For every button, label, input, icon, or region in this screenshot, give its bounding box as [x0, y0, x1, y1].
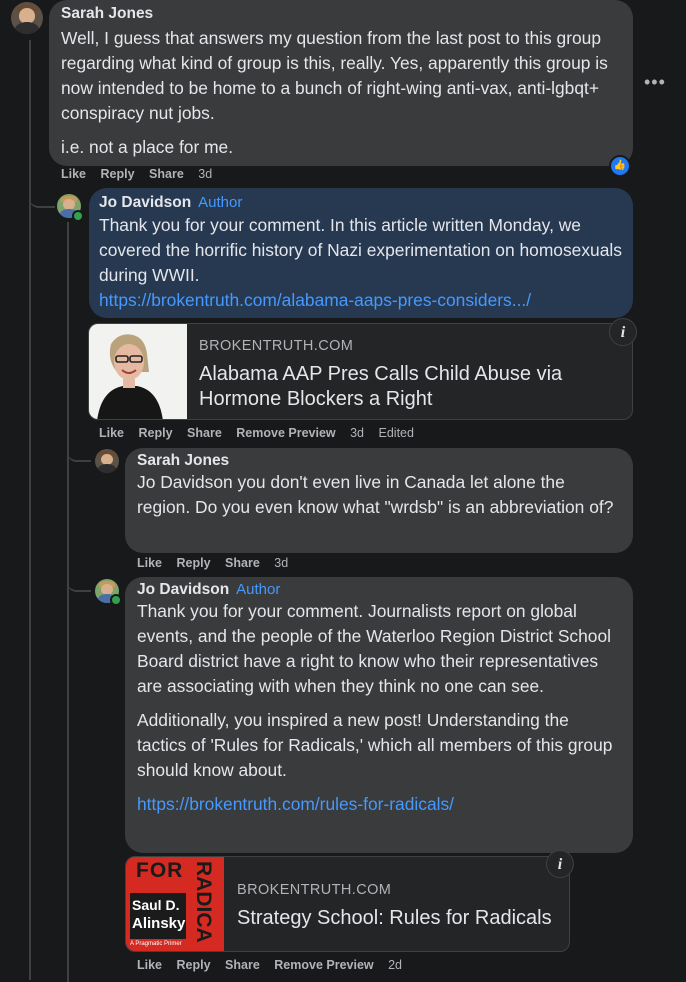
like-button[interactable]: Like: [137, 958, 162, 972]
book-cover-top: FOR: [136, 859, 184, 882]
thread-connector: [29, 186, 55, 208]
comment-text: Additionally, you inspired a new post! U…: [137, 710, 613, 780]
book-cover-author: Saul D.: [132, 897, 180, 913]
comment-author[interactable]: Sarah Jones: [137, 452, 229, 470]
online-status-dot: [72, 210, 84, 222]
edited-label: Edited: [378, 426, 414, 440]
book-cover-thumbnail: FOR RADICA Saul D. Alinsky A Pragmatic P…: [126, 857, 224, 951]
share-button[interactable]: Share: [187, 426, 222, 440]
share-button[interactable]: Share: [149, 167, 184, 181]
thumbs-up-icon[interactable]: 👍: [609, 155, 631, 177]
author-badge: Author: [236, 581, 281, 598]
article-link[interactable]: https://brokentruth.com/alabama-aaps-pre…: [99, 288, 623, 313]
info-icon[interactable]: i: [609, 318, 637, 346]
comment-text: Well, I guess that answers my question f…: [61, 28, 608, 123]
link-preview-card[interactable]: BROKENTRUTH.COM Alabama AAP Pres Calls C…: [88, 323, 633, 420]
comment-author[interactable]: Jo Davidson: [99, 194, 191, 212]
remove-preview-button[interactable]: Remove Preview: [236, 426, 335, 440]
avatar[interactable]: [95, 449, 119, 473]
comment-text: Thank you for your comment. Journalists …: [137, 601, 612, 696]
comment-bubble: Jo Davidson Author Thank you for your com…: [89, 188, 633, 318]
author-badge: Author: [198, 194, 243, 211]
preview-title[interactable]: Alabama AAP Pres Calls Child Abuse via H…: [199, 362, 619, 412]
timestamp[interactable]: 3d: [274, 556, 288, 570]
article-link[interactable]: https://brokentruth.com/rules-for-radica…: [137, 792, 621, 817]
comment-bubble: Jo Davidson Author Thank you for your com…: [125, 577, 633, 853]
comment-actions: Like Reply Share Remove Preview 3d Edite…: [99, 426, 425, 440]
like-button[interactable]: Like: [99, 426, 124, 440]
book-cover-subtitle: A Pragmatic Primer: [130, 941, 182, 947]
comment-text: Jo Davidson you don't even live in Canad…: [137, 472, 614, 517]
timestamp[interactable]: 2d: [388, 958, 402, 972]
timestamp[interactable]: 3d: [198, 167, 212, 181]
reply-button[interactable]: Reply: [101, 167, 135, 181]
reply-button[interactable]: Reply: [177, 556, 211, 570]
thread-line-reply: [67, 222, 69, 982]
info-icon[interactable]: i: [546, 850, 574, 878]
comment-actions: Like Reply Share 3d: [137, 556, 299, 570]
preview-site: BROKENTRUTH.COM: [199, 338, 354, 354]
comment-author[interactable]: Sarah Jones: [61, 5, 153, 23]
share-button[interactable]: Share: [225, 958, 260, 972]
article-thumbnail: [89, 324, 187, 419]
book-cover-author: Alinsky: [132, 915, 186, 932]
thread-line-main: [29, 40, 31, 980]
online-status-dot: [110, 594, 122, 606]
like-button[interactable]: Like: [61, 167, 86, 181]
share-button[interactable]: Share: [225, 556, 260, 570]
more-options-icon[interactable]: •••: [644, 72, 666, 93]
reply-button[interactable]: Reply: [177, 958, 211, 972]
preview-site: BROKENTRUTH.COM: [237, 882, 392, 898]
thread-connector: [67, 570, 91, 592]
remove-preview-button[interactable]: Remove Preview: [274, 958, 373, 972]
comment-bubble: Sarah Jones Well, I guess that answers m…: [49, 0, 633, 166]
comment-text: i.e. not a place for me.: [61, 137, 234, 157]
link-preview-card[interactable]: FOR RADICA Saul D. Alinsky A Pragmatic P…: [125, 856, 570, 952]
comment-actions: Like Reply Share 3d: [61, 167, 223, 181]
comment-text: Thank you for your comment. In this arti…: [99, 215, 622, 285]
comment-actions: Like Reply Share Remove Preview 2d: [137, 958, 413, 972]
like-button[interactable]: Like: [137, 556, 162, 570]
book-cover-side: RADICA: [192, 861, 215, 943]
preview-title[interactable]: Strategy School: Rules for Radicals: [237, 906, 557, 931]
comment-author[interactable]: Jo Davidson: [137, 581, 229, 599]
reply-button[interactable]: Reply: [139, 426, 173, 440]
thread-connector: [67, 440, 91, 462]
avatar[interactable]: [11, 2, 43, 34]
comment-bubble: Sarah Jones Jo Davidson you don't even l…: [125, 448, 633, 553]
timestamp[interactable]: 3d: [350, 426, 364, 440]
